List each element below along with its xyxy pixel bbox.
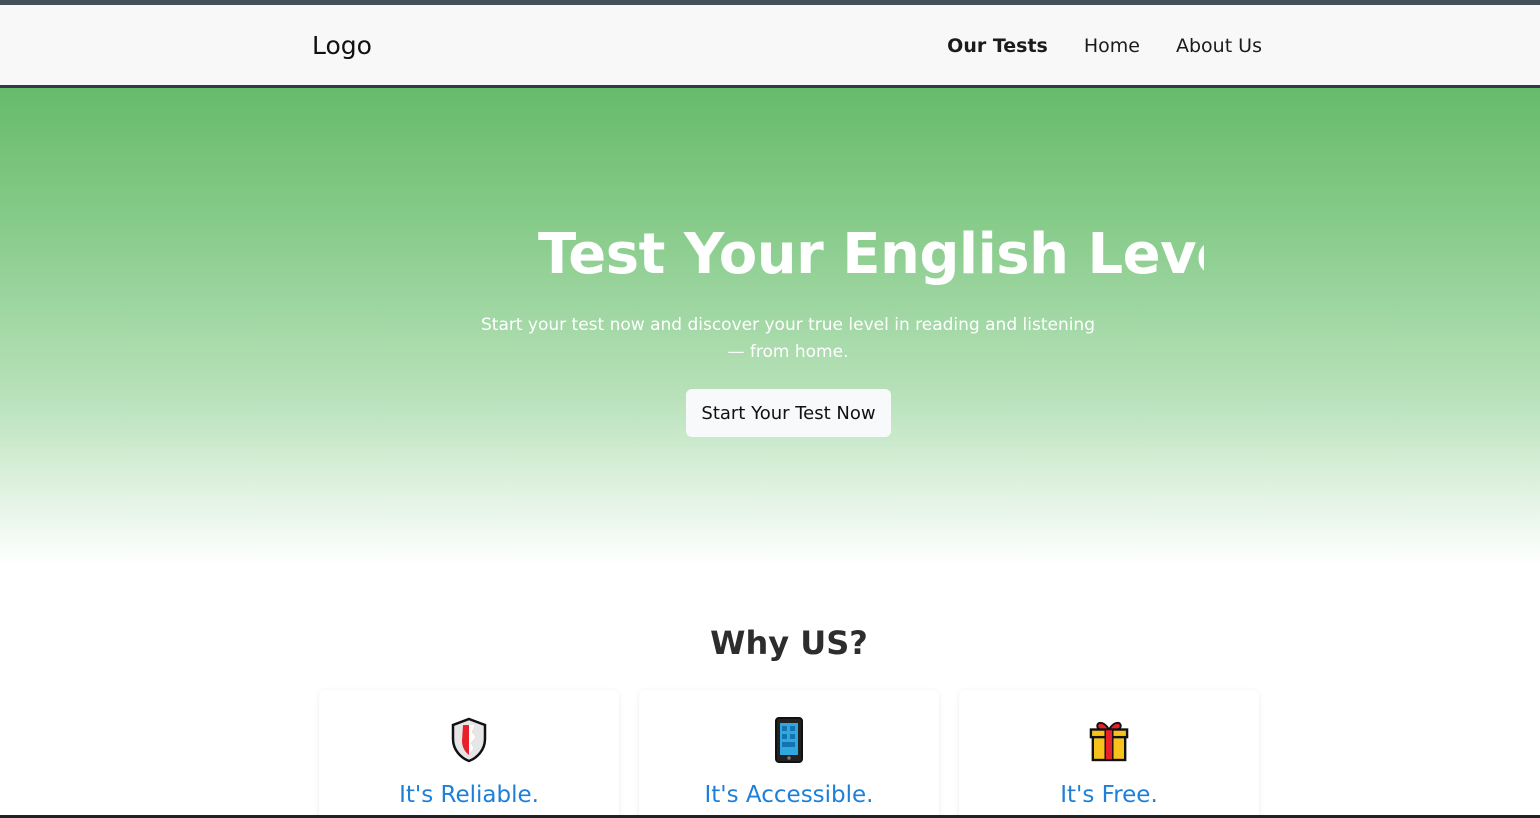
logo[interactable]: Logo [312, 31, 372, 60]
nav-link-our-tests[interactable]: Our Tests [947, 35, 1048, 57]
start-test-button[interactable]: Start Your Test Now [686, 389, 891, 437]
navbar: Logo Our Tests Home About Us [0, 5, 1540, 88]
feature-card-title: It's Reliable. [399, 782, 539, 808]
gift-icon [1089, 716, 1129, 764]
feature-card-title: It's Accessible. [704, 782, 874, 808]
feature-card-reliable: It's Reliable. [319, 690, 619, 818]
why-us-section: Why US? It's Reliable. It's Accessible. … [0, 566, 1540, 818]
mobile-phone-icon [769, 716, 809, 764]
why-us-title: Why US? [710, 624, 868, 662]
nav-links: Our Tests Home About Us [947, 35, 1262, 57]
feature-cards: It's Reliable. It's Accessible. It's Fre… [319, 690, 1259, 818]
feature-card-title: It's Free. [1060, 782, 1158, 808]
hero-section: Test Your English Level fo Start your te… [0, 88, 1540, 566]
nav-link-home[interactable]: Home [1084, 35, 1140, 57]
hero-title: Test Your English Level fo [538, 222, 1204, 287]
shield-icon [449, 716, 489, 764]
hero-subtitle: Start your test now and discover your tr… [480, 315, 1096, 362]
feature-card-free: It's Free. [959, 690, 1259, 818]
nav-link-about-us[interactable]: About Us [1176, 35, 1262, 57]
feature-card-accessible: It's Accessible. [639, 690, 939, 818]
